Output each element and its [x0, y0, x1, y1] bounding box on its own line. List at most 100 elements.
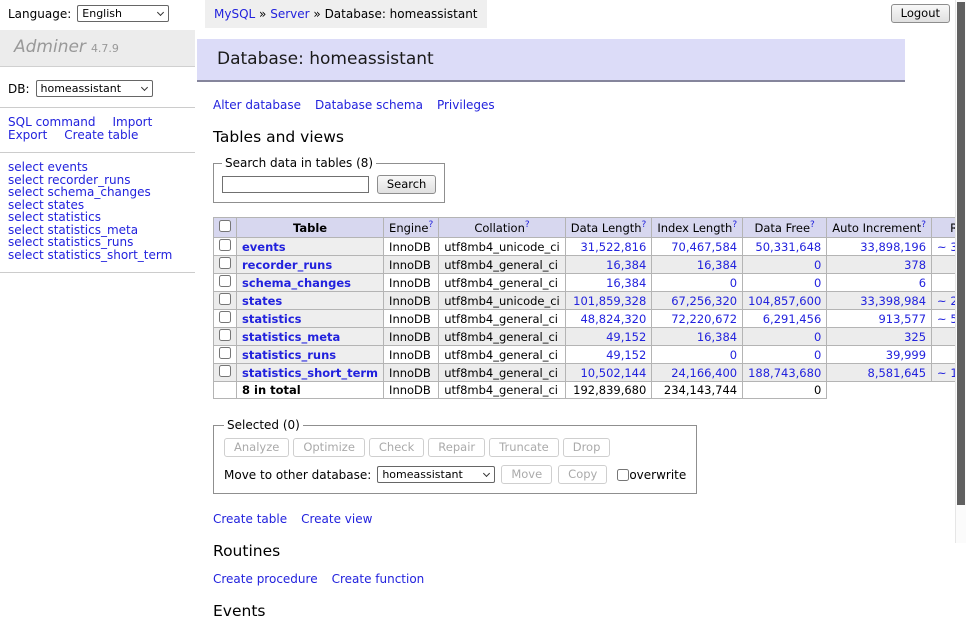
table-link-schema-changes[interactable]: schema_changes — [242, 276, 351, 290]
search-button[interactable]: Search — [377, 175, 437, 194]
truncate-button[interactable]: Truncate — [489, 438, 559, 457]
scrollbar-thumb[interactable] — [957, 2, 965, 505]
data-length-link[interactable]: 10,502,144 — [580, 366, 646, 380]
auto-increment-link[interactable]: 325 — [904, 330, 926, 344]
table-link-recorder-runs[interactable]: recorder_runs — [242, 258, 332, 272]
link-create-function[interactable]: Create function — [332, 572, 425, 586]
row-checkbox-statistics-runs[interactable] — [219, 347, 231, 359]
data-length-link[interactable]: 31,522,816 — [580, 240, 646, 254]
index-length-link[interactable]: 16,384 — [697, 330, 737, 344]
drop-button[interactable]: Drop — [563, 438, 611, 457]
auto-increment-link[interactable]: 6 — [919, 276, 926, 290]
checkbox-cell — [214, 382, 237, 399]
table-link-statistics-runs[interactable]: statistics_runs — [242, 348, 336, 362]
data-length-link[interactable]: 101,859,328 — [573, 294, 646, 308]
collation-cell: utf8mb4_unicode_ci — [439, 238, 566, 256]
link-alter-database[interactable]: Alter database — [213, 98, 301, 112]
db-select[interactable]: homeassistant — [36, 80, 153, 97]
help-link[interactable]: ? — [810, 220, 815, 230]
help-link[interactable]: ? — [921, 220, 926, 230]
data-free-link[interactable]: 104,857,600 — [748, 294, 821, 308]
help-link[interactable]: ? — [525, 220, 530, 230]
sidebar-link-export[interactable]: Export — [8, 129, 47, 142]
column-header-table: Table — [237, 218, 384, 238]
language-select[interactable]: English — [77, 5, 169, 22]
collation-cell: utf8mb4_general_ci — [439, 364, 566, 382]
table-link-statistics-meta[interactable]: statistics_meta — [242, 330, 340, 344]
move-button[interactable]: Move — [501, 465, 552, 484]
sidebar-link-select-statistics-short-term[interactable]: select statistics_short_term — [8, 248, 172, 262]
data-length-link[interactable]: 48,824,320 — [580, 312, 646, 326]
index-length-link[interactable]: 67,256,320 — [671, 294, 737, 308]
help-link[interactable]: ? — [642, 220, 647, 230]
index-length-link[interactable]: 16,384 — [697, 258, 737, 272]
link-create-table[interactable]: Create table — [213, 512, 287, 526]
help-link[interactable]: ? — [525, 220, 530, 230]
auto-increment-link[interactable]: 913,577 — [878, 312, 926, 326]
breadcrumb-link-mysql[interactable]: MySQL — [214, 7, 255, 21]
analyze-button[interactable]: Analyze — [224, 438, 289, 457]
link-create-procedure[interactable]: Create procedure — [213, 572, 318, 586]
auto-increment-link[interactable]: 378 — [904, 258, 926, 272]
copy-button[interactable]: Copy — [558, 465, 607, 484]
data-length-link[interactable]: 16,384 — [606, 276, 646, 290]
data-free-link[interactable]: 188,743,680 — [748, 366, 821, 380]
help-link[interactable]: ? — [642, 220, 647, 230]
move-db-select[interactable]: homeassistant — [377, 466, 495, 483]
link-create-view[interactable]: Create view — [301, 512, 372, 526]
auto-increment-link[interactable]: 8,581,645 — [868, 366, 927, 380]
index-length-link[interactable]: 0 — [730, 276, 737, 290]
row-checkbox-statistics[interactable] — [219, 311, 231, 323]
repair-button[interactable]: Repair — [428, 438, 485, 457]
data-length-link[interactable]: 16,384 — [606, 258, 646, 272]
data-length-link[interactable]: 49,152 — [606, 348, 646, 362]
collation-cell: utf8mb4_general_ci — [439, 256, 566, 274]
auto-increment-link[interactable]: 33,898,196 — [860, 240, 926, 254]
help-link[interactable]: ? — [810, 220, 815, 230]
table-name-cell: statistics — [237, 310, 384, 328]
sidebar-link-create-table[interactable]: Create table — [64, 129, 138, 142]
row-checkbox-schema-changes[interactable] — [219, 275, 231, 287]
data-free-link[interactable]: 0 — [814, 348, 821, 362]
index-length-link[interactable]: 70,467,584 — [671, 240, 737, 254]
data-length-link[interactable]: 49,152 — [606, 330, 646, 344]
data-length-cell: 48,824,320 — [565, 310, 652, 328]
index-length-link[interactable]: 0 — [730, 348, 737, 362]
optimize-button[interactable]: Optimize — [293, 438, 365, 457]
data-free-link[interactable]: 6,291,456 — [763, 312, 822, 326]
row-checkbox-recorder-runs[interactable] — [219, 257, 231, 269]
row-checkbox-statistics-meta[interactable] — [219, 329, 231, 341]
search-input[interactable] — [222, 176, 369, 193]
help-link[interactable]: ? — [732, 220, 737, 230]
help-link[interactable]: ? — [428, 220, 433, 230]
auto-increment-cell: 33,898,196 — [827, 238, 932, 256]
link-privileges[interactable]: Privileges — [437, 98, 495, 112]
engine-cell: InnoDB — [384, 274, 439, 292]
link-database-schema[interactable]: Database schema — [315, 98, 423, 112]
table-link-statistics-short-term[interactable]: statistics_short_term — [242, 366, 378, 380]
move-label: Move to other database: — [224, 468, 371, 482]
data-free-link[interactable]: 0 — [814, 258, 821, 272]
table-link-events[interactable]: events — [242, 240, 286, 254]
data-free-link[interactable]: 0 — [814, 276, 821, 290]
data-free-link[interactable]: 50,331,648 — [755, 240, 821, 254]
row-checkbox-states[interactable] — [219, 293, 231, 305]
select-all-checkbox[interactable] — [219, 220, 231, 232]
help-link[interactable]: ? — [428, 220, 433, 230]
breadcrumb-link-server[interactable]: Server — [270, 7, 309, 21]
scrollbar[interactable] — [955, 0, 966, 543]
index-length-link[interactable]: 24,166,400 — [671, 366, 737, 380]
row-checkbox-statistics-short-term[interactable] — [219, 365, 231, 377]
table-name-cell: statistics_short_term — [237, 364, 384, 382]
overwrite-checkbox[interactable] — [617, 469, 629, 481]
auto-increment-link[interactable]: 33,398,984 — [860, 294, 926, 308]
row-checkbox-events[interactable] — [219, 239, 231, 251]
help-link[interactable]: ? — [732, 220, 737, 230]
table-link-statistics[interactable]: statistics — [242, 312, 302, 326]
check-button[interactable]: Check — [369, 438, 424, 457]
index-length-link[interactable]: 72,220,672 — [671, 312, 737, 326]
auto-increment-link[interactable]: 39,999 — [886, 348, 926, 362]
data-free-link[interactable]: 0 — [814, 330, 821, 344]
help-link[interactable]: ? — [921, 220, 926, 230]
table-link-states[interactable]: states — [242, 294, 282, 308]
